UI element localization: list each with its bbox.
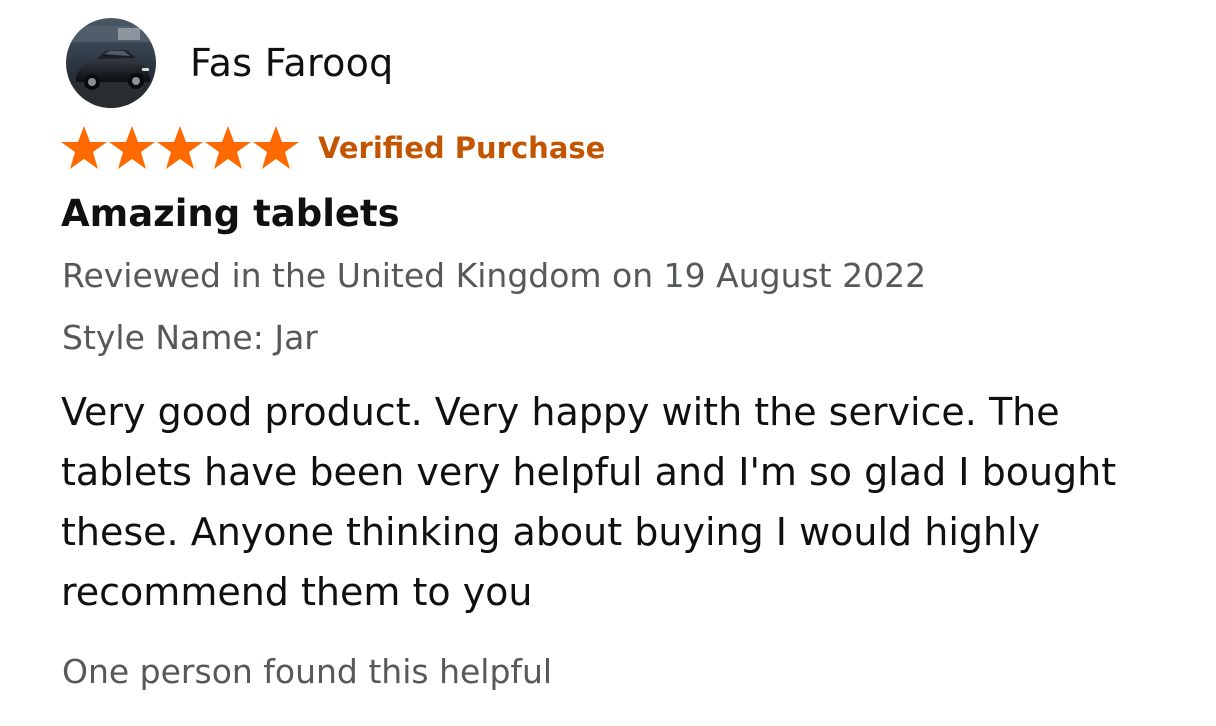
star-filled-icon xyxy=(205,126,251,169)
customer-review: Fas Farooq Verified Purchase Amazing tab… xyxy=(0,0,1216,726)
star-filled-icon xyxy=(157,126,203,169)
verified-purchase-badge: Verified Purchase xyxy=(318,131,606,165)
reviewer-name[interactable]: Fas Farooq xyxy=(190,41,394,85)
review-body: Very good product. Very happy with the s… xyxy=(61,390,1117,614)
car-photo-icon xyxy=(66,18,156,108)
review-date: Reviewed in the United Kingdom on 19 Aug… xyxy=(62,256,927,295)
review-title[interactable]: Amazing tablets xyxy=(61,192,400,235)
star-filled-icon xyxy=(109,126,155,169)
star-rating[interactable] xyxy=(60,125,300,171)
reviewer-profile[interactable]: Fas Farooq xyxy=(66,18,394,108)
avatar[interactable] xyxy=(66,18,156,108)
helpful-count: One person found this helpful xyxy=(62,652,553,691)
star-filled-icon xyxy=(253,126,299,169)
rating-row: Verified Purchase xyxy=(60,124,605,172)
star-filled-icon xyxy=(61,126,107,169)
product-style: Style Name: Jar xyxy=(62,318,318,357)
